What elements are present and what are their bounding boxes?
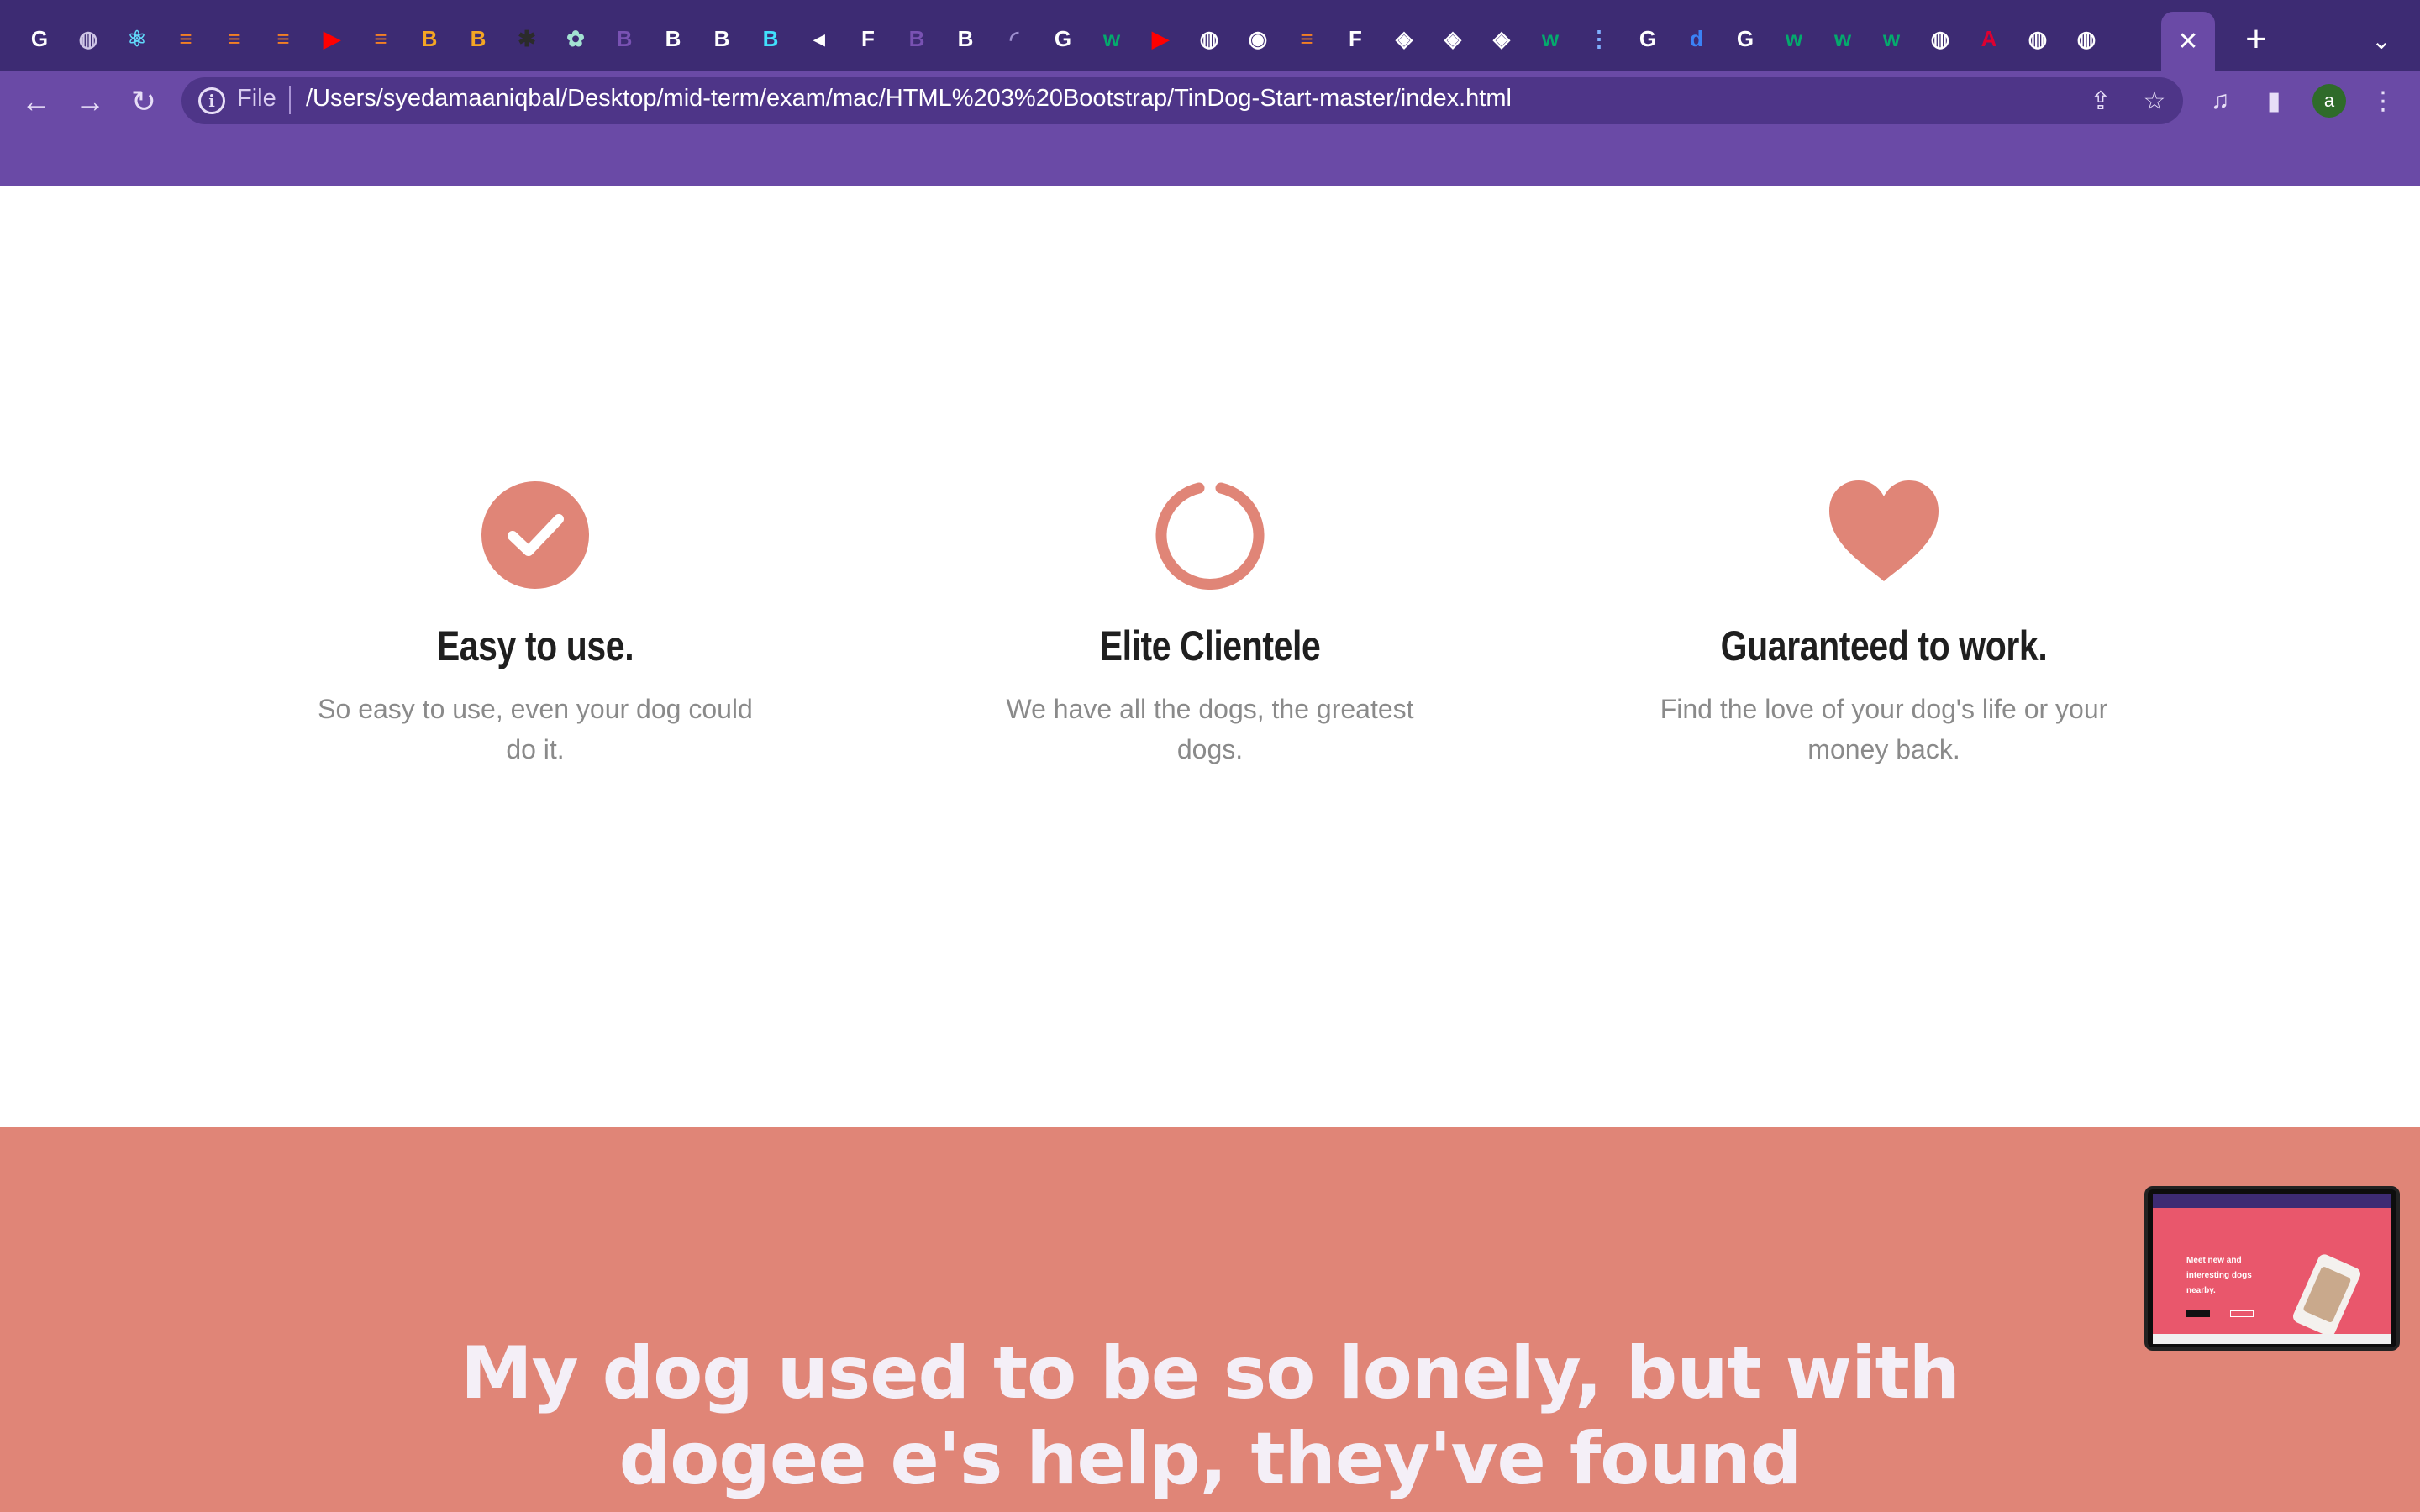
codepen-icon[interactable]: ◈: [1437, 23, 1469, 55]
loading-circle-icon: [1155, 482, 1265, 590]
react-icon[interactable]: ⚛: [121, 23, 153, 55]
bold-b-icon[interactable]: B: [950, 23, 981, 55]
profile-avatar[interactable]: a: [2312, 84, 2346, 118]
stackoverflow-icon[interactable]: ≡: [218, 23, 250, 55]
globe-icon[interactable]: ◍: [2022, 23, 2054, 55]
thumbnail-page: Meet new and interesting dogs nearby.: [2153, 1208, 2391, 1339]
loading-icon[interactable]: ◜: [998, 23, 1030, 55]
youtube-icon[interactable]: ▶: [316, 23, 348, 55]
feature-title: Elite Clientele: [1099, 622, 1321, 669]
thumbnail-download-button: [2186, 1310, 2210, 1317]
codepen-icon[interactable]: ◈: [1486, 23, 1518, 55]
screenshot-preview-thumbnail[interactable]: Meet new and interesting dogs nearby.: [2144, 1186, 2400, 1351]
address-divider: [289, 86, 291, 114]
w3schools-icon[interactable]: w: [1096, 23, 1128, 55]
tab-search-icon[interactable]: ⌄: [2365, 24, 2398, 57]
thumbnail-bottom-bar: [2153, 1334, 2391, 1344]
globe-icon[interactable]: ◍: [1924, 23, 1956, 55]
stackoverflow-icon[interactable]: ≡: [1291, 23, 1323, 55]
feature-text: So easy to use, even your dog could do i…: [318, 694, 753, 764]
globe-icon[interactable]: ◍: [1193, 23, 1225, 55]
title-section-bottom: [0, 131, 2420, 186]
testimonial-section: My dog used to be so lonely, but with do…: [0, 1127, 2420, 1512]
speaker-icon[interactable]: ◂: [803, 23, 835, 55]
feature-box-easy: Easy to use. So easy to use, even your d…: [300, 480, 771, 769]
globe-icon[interactable]: ◍: [72, 23, 104, 55]
media-control-icon[interactable]: ♫: [2203, 84, 2237, 118]
dark-icon[interactable]: ✱: [511, 23, 543, 55]
react-bootstrap-icon[interactable]: B: [755, 23, 786, 55]
site-info-icon[interactable]: i: [198, 87, 225, 114]
feature-title: Easy to use.: [436, 622, 634, 669]
reload-icon[interactable]: ↻: [123, 81, 165, 123]
testimonial-quote: My dog used to be so lonely, but with do…: [460, 1331, 1960, 1501]
w3schools-icon[interactable]: w: [1876, 23, 1907, 55]
thumbnail-dog-photo: [2302, 1265, 2352, 1324]
check-circle-icon: [481, 481, 589, 589]
forward-icon[interactable]: →: [69, 81, 111, 123]
scheme-label: File: [237, 85, 276, 112]
youtube-icon[interactable]: ▶: [1144, 23, 1176, 55]
close-tab-icon[interactable]: ✕: [2177, 27, 2198, 56]
globe-icon[interactable]: ◍: [2070, 23, 2102, 55]
feature-text: We have all the dogs, the greatest dogs.: [1006, 694, 1414, 764]
google-icon[interactable]: G: [1632, 23, 1664, 55]
active-tab[interactable]: ✕: [2161, 12, 2215, 71]
framer-f-icon[interactable]: F: [852, 23, 884, 55]
features-section: Easy to use. So easy to use, even your d…: [0, 186, 2420, 1127]
feature-box-guaranteed: Guaranteed to work. Find the love of you…: [1649, 480, 2119, 769]
bookmark-star-icon[interactable]: ☆: [2138, 84, 2171, 118]
google-icon[interactable]: G: [1047, 23, 1079, 55]
feature-box-elite: Elite Clientele We have all the dogs, th…: [975, 480, 1445, 769]
chatgpt-icon[interactable]: ✿: [560, 23, 592, 55]
colorful-b-icon[interactable]: B: [462, 23, 494, 55]
thumbnail-browser-chrome: [2153, 1194, 2391, 1208]
back-icon[interactable]: ←: [15, 81, 57, 123]
bootstrap-icon[interactable]: B: [901, 23, 933, 55]
bootstrap-icon[interactable]: B: [608, 23, 640, 55]
d-icon[interactable]: d: [1681, 23, 1712, 55]
feature-title: Guaranteed to work.: [1720, 622, 2048, 669]
framer-f-icon[interactable]: F: [1339, 23, 1371, 55]
stackoverflow-icon[interactable]: ≡: [170, 23, 202, 55]
colorful-b-icon[interactable]: B: [413, 23, 445, 55]
feature-text: Find the love of your dog's life or your…: [1660, 694, 2108, 764]
heart-icon: [1829, 480, 1939, 581]
stackoverflow-icon[interactable]: ≡: [365, 23, 397, 55]
dots-icon[interactable]: ⋮: [1583, 23, 1615, 55]
browser-menu-icon[interactable]: ⋮: [2366, 84, 2400, 118]
google-icon[interactable]: G: [1729, 23, 1761, 55]
url-text[interactable]: /Users/syedamaaniqbal/Desktop/mid-term/e…: [306, 85, 1512, 113]
thumbnail-headline: Meet new and interesting dogs nearby.: [2186, 1256, 2252, 1295]
google-icon[interactable]: G: [24, 23, 55, 55]
w3schools-icon[interactable]: w: [1778, 23, 1810, 55]
new-tab-button[interactable]: +: [2235, 18, 2277, 60]
w3schools-icon[interactable]: w: [1534, 23, 1566, 55]
bold-b-icon[interactable]: B: [657, 23, 689, 55]
thumbnail-phone-image: [2291, 1252, 2363, 1339]
stackoverflow-icon[interactable]: ≡: [267, 23, 299, 55]
bold-b-icon[interactable]: B: [706, 23, 738, 55]
side-panel-icon[interactable]: ▮: [2257, 84, 2291, 118]
codepen-icon[interactable]: ◈: [1388, 23, 1420, 55]
angular-icon[interactable]: A: [1973, 23, 2005, 55]
share-icon[interactable]: ⇪: [2084, 84, 2118, 118]
thumbnail-download-button-2: [2230, 1310, 2254, 1317]
w3schools-icon[interactable]: w: [1827, 23, 1859, 55]
chrome-icon[interactable]: ◉: [1242, 23, 1274, 55]
